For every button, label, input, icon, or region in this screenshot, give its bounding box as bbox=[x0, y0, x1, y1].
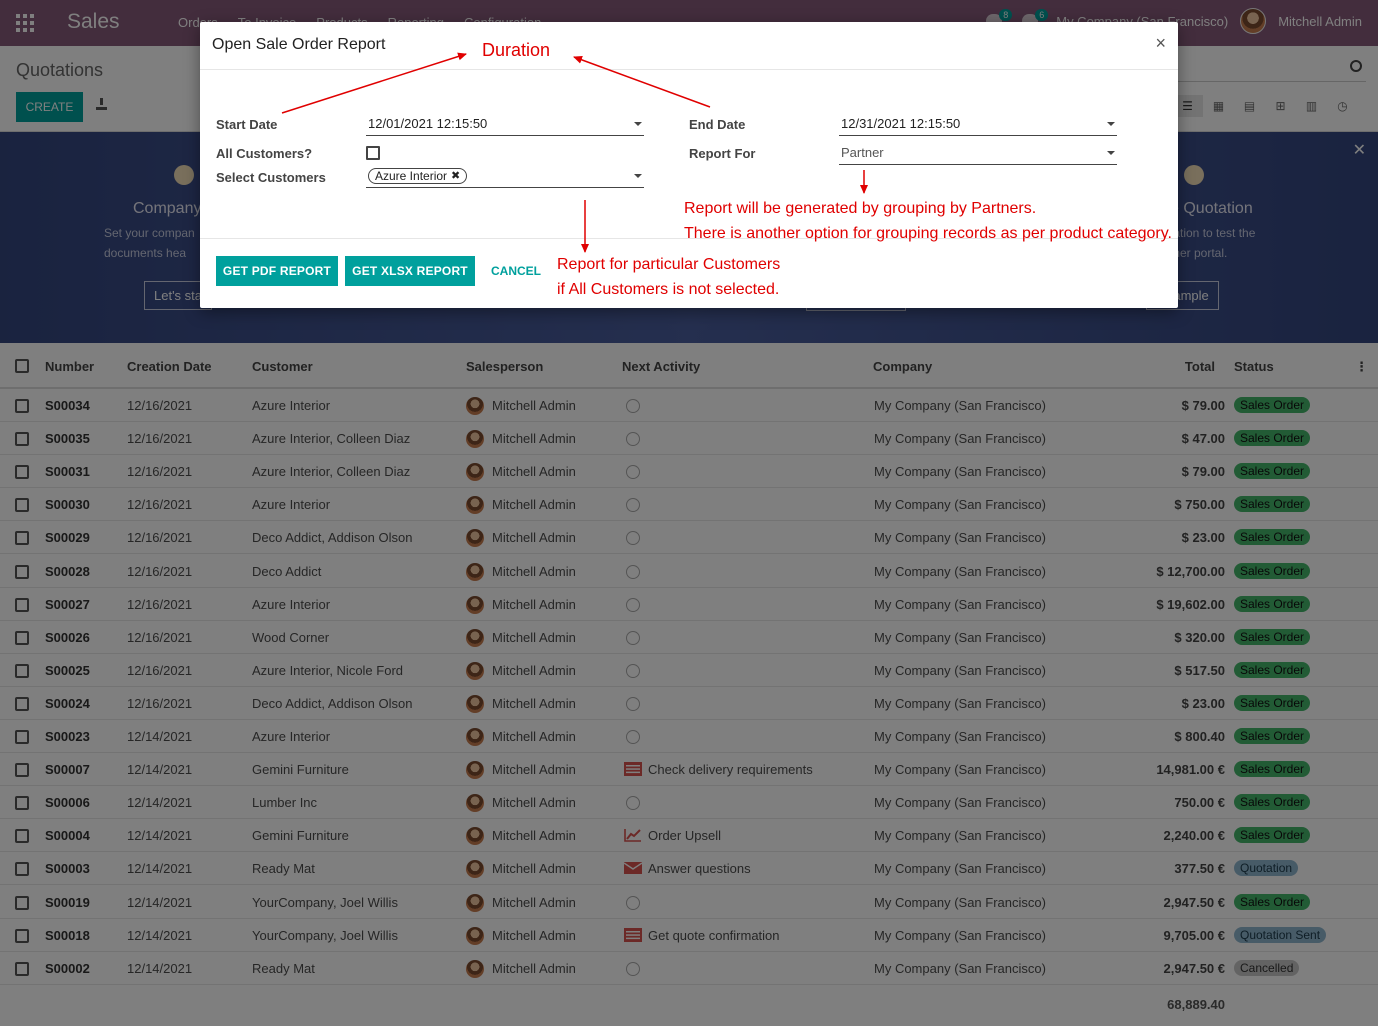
start-date-value: 12/01/2021 12:15:50 bbox=[368, 116, 488, 131]
annotation-customers-2: if All Customers is not selected. bbox=[557, 281, 780, 298]
annotation-grouping-2: There is another option for grouping rec… bbox=[684, 225, 1172, 242]
end-date-field[interactable]: 12/31/2021 12:15:50 bbox=[839, 114, 1117, 136]
get-pdf-report-button[interactable]: GET PDF REPORT bbox=[216, 256, 338, 286]
start-date-field[interactable]: 12/01/2021 12:15:50 bbox=[366, 114, 644, 136]
annotation-duration: Duration bbox=[482, 40, 551, 60]
report-for-label: Report For bbox=[689, 146, 756, 161]
select-customers-field[interactable]: Azure Interior ✖ bbox=[366, 166, 644, 188]
select-customers-label: Select Customers bbox=[216, 170, 326, 185]
annotation-grouping-1: Report will be generated by grouping by … bbox=[684, 200, 1037, 217]
dialog-title: Open Sale Order Report bbox=[212, 36, 386, 53]
chevron-down-icon bbox=[634, 122, 642, 126]
annotation-customers-1: Report for particular Customers bbox=[557, 256, 781, 273]
end-date-label: End Date bbox=[689, 117, 746, 132]
all-customers-label: All Customers? bbox=[216, 146, 313, 161]
get-xlsx-report-button[interactable]: GET XLSX REPORT bbox=[345, 256, 475, 286]
report-for-value: Partner bbox=[841, 145, 884, 160]
end-date-value: 12/31/2021 12:15:50 bbox=[841, 116, 961, 131]
report-for-select[interactable]: Partner bbox=[839, 143, 1117, 165]
remove-tag-icon[interactable]: ✖ bbox=[451, 169, 460, 183]
start-date-label: Start Date bbox=[216, 117, 278, 132]
customer-tag: Azure Interior ✖ bbox=[368, 168, 468, 184]
customer-tag-label: Azure Interior bbox=[375, 169, 448, 183]
chevron-down-icon bbox=[1107, 151, 1115, 155]
chevron-down-icon bbox=[1107, 122, 1115, 126]
all-customers-checkbox[interactable] bbox=[366, 146, 380, 160]
chevron-down-icon bbox=[634, 174, 642, 178]
dialog-header: Open Sale Order Report × bbox=[200, 22, 1178, 70]
close-icon[interactable]: × bbox=[1155, 34, 1166, 52]
cancel-button[interactable]: CANCEL bbox=[491, 264, 541, 278]
